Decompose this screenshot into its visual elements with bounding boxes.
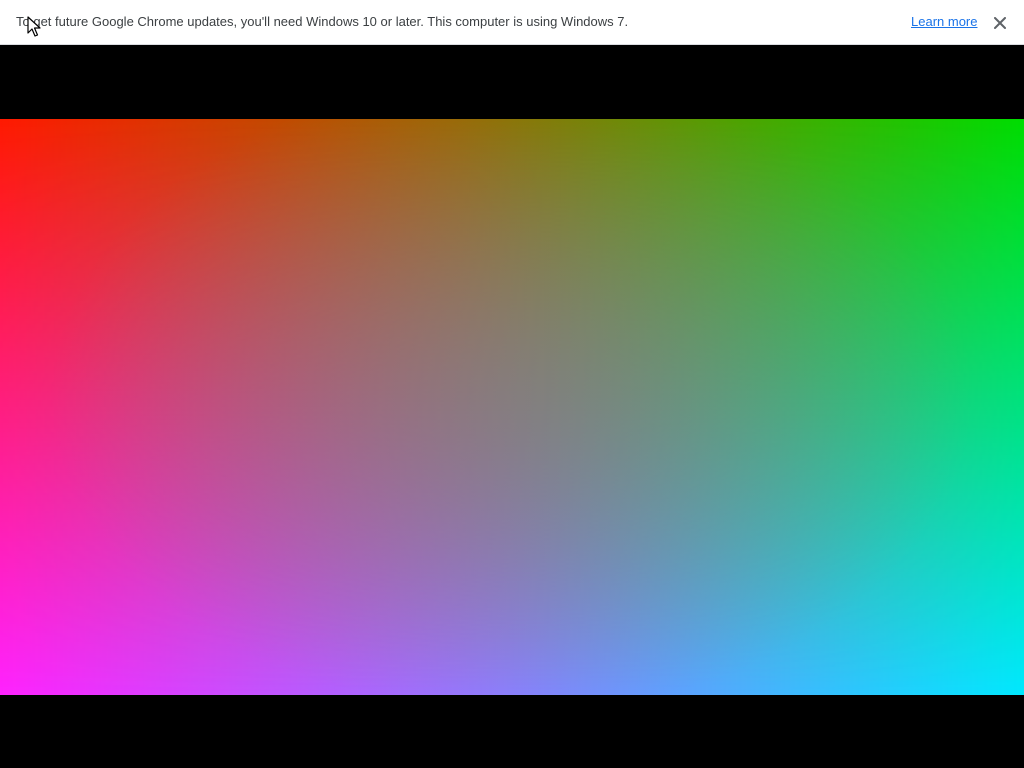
letterbox-bottom: [0, 695, 1024, 768]
letterbox-top: [0, 45, 1024, 119]
close-icon[interactable]: [990, 13, 1009, 32]
learn-more-link[interactable]: Learn more: [911, 14, 977, 30]
update-infobar: To get future Google Chrome updates, you…: [0, 0, 1024, 45]
page-viewport: [0, 45, 1024, 768]
gradient-center-layer: [0, 119, 1024, 695]
infobar-message: To get future Google Chrome updates, you…: [16, 14, 629, 29]
color-gradient-canvas: [0, 119, 1024, 695]
